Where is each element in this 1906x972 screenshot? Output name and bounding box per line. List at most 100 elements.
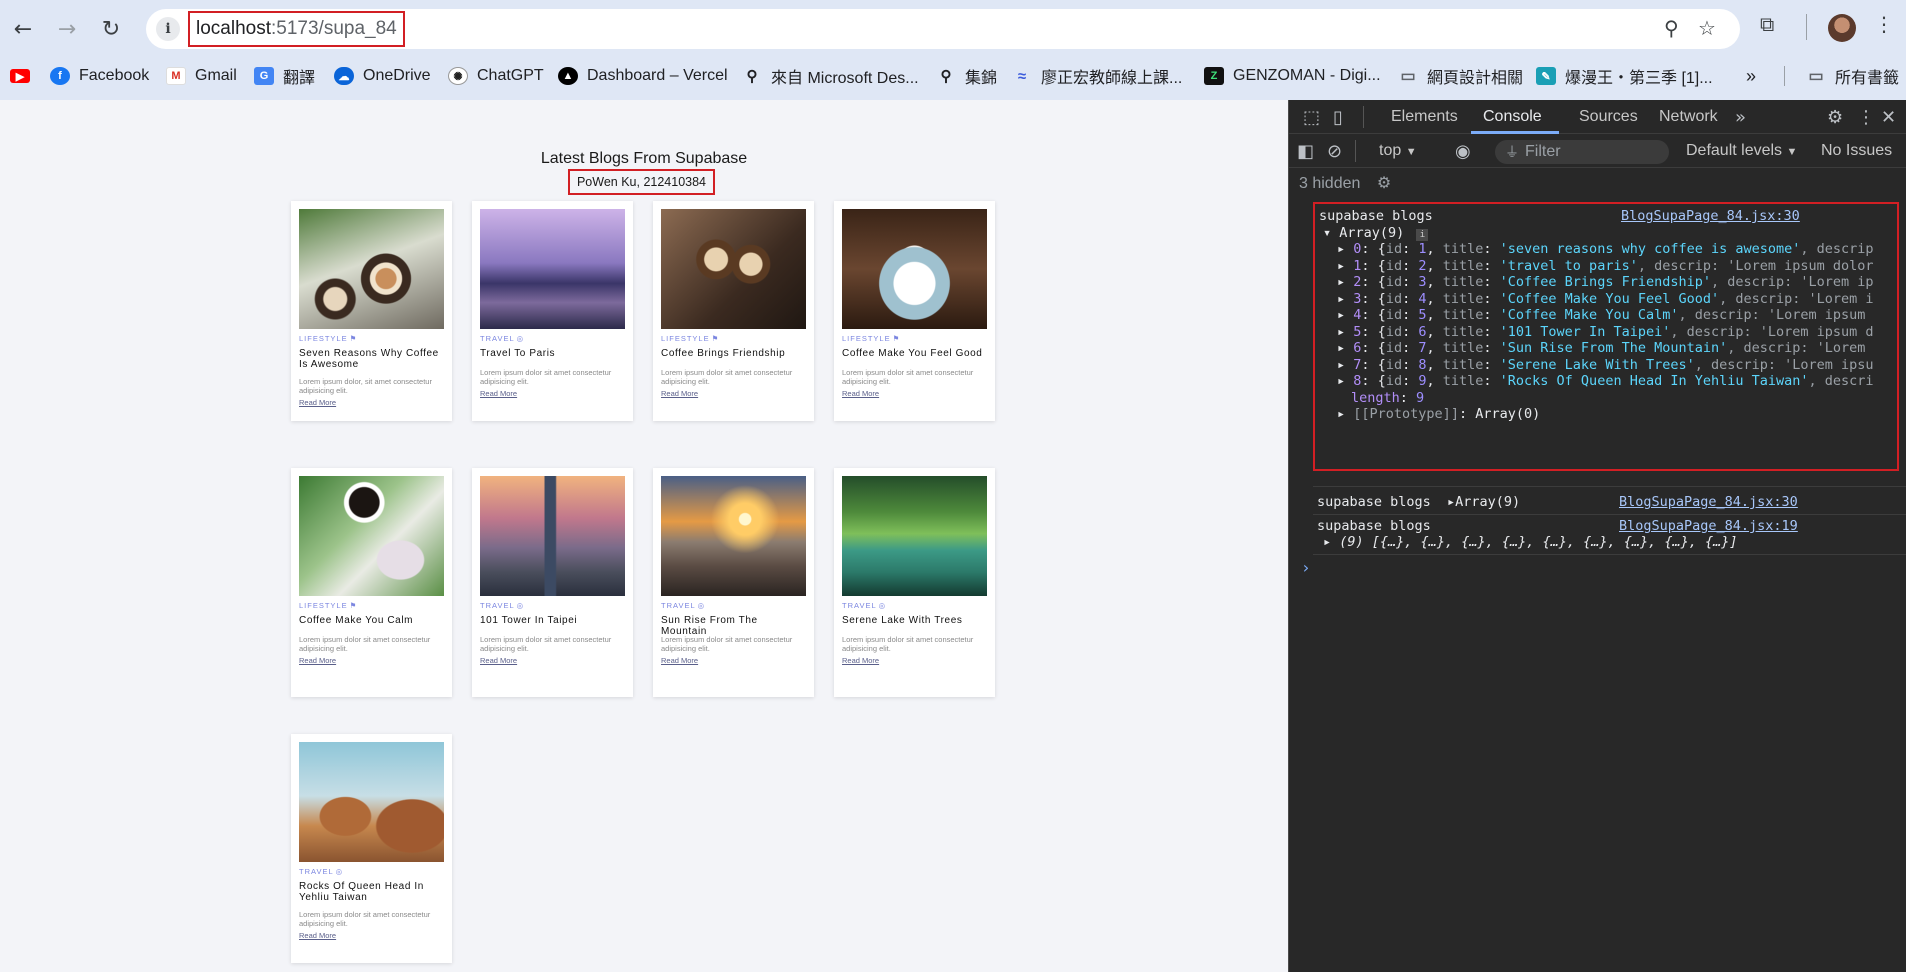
array-header[interactable]: ▾ Array(9) i — [1323, 225, 1429, 241]
bookmark-collection[interactable]: ⚲ 集錦 — [936, 64, 998, 88]
divider — [1313, 486, 1906, 487]
read-more-link[interactable]: Read More — [661, 389, 698, 398]
tab-elements[interactable]: Elements — [1391, 108, 1458, 126]
bookmark-overflow[interactable]: » — [1746, 64, 1756, 88]
eye-icon[interactable]: ◉ — [1455, 141, 1471, 162]
blog-card[interactable]: LIFESTYLE ⚑ Coffee Brings Friendship Lorem … — [653, 201, 814, 421]
bookmark-label: Facebook — [79, 67, 150, 84]
tab-network[interactable]: Network — [1659, 108, 1718, 126]
issues-button[interactable]: No Issues — [1821, 142, 1892, 160]
category-label: TRAVEL — [480, 601, 515, 610]
bookmark-microsoft-designer[interactable]: ⚲ 來自 Microsoft Des... — [742, 64, 919, 88]
console-prompt[interactable]: › — [1301, 558, 1311, 577]
bookmark-manga[interactable]: ✎ 爆漫王・第三季 [1]... — [1536, 64, 1713, 88]
array-item[interactable]: ▸ 0: {id: 1, title: 'seven reasons why c… — [1337, 241, 1897, 257]
category-label: LIFESTYLE — [661, 334, 710, 343]
bookmark-vercel[interactable]: ▲ Dashboard – Vercel — [558, 64, 728, 88]
log-source-link[interactable]: BlogSupaPage_84.jsx:30 — [1619, 494, 1798, 510]
blog-image — [299, 476, 444, 596]
read-more-link[interactable]: Read More — [661, 656, 698, 665]
bookmark-youtube[interactable]: ▶ — [10, 64, 39, 88]
bookmark-chatgpt[interactable]: ✺ ChatGPT — [448, 64, 544, 88]
log-source-link[interactable]: BlogSupaPage_84.jsx:30 — [1621, 208, 1800, 224]
array-item[interactable]: ▸ 7: {id: 8, title: 'Serene Lake With Tr… — [1337, 357, 1897, 373]
blog-card[interactable]: TRAVEL ◎ 101 Tower In Taipei Lorem ipsum do… — [472, 468, 633, 697]
blog-card[interactable]: TRAVEL ◎ Serene Lake With Trees Lorem ipsum… — [834, 468, 995, 697]
array-item[interactable]: ▸ 4: {id: 5, title: 'Coffee Make You Cal… — [1337, 307, 1897, 323]
blog-card[interactable]: TRAVEL ◎ Travel To Paris Lorem ipsum dolor … — [472, 201, 633, 421]
array-item[interactable]: ▸ 8: {id: 9, title: 'Rocks Of Queen Head… — [1337, 373, 1897, 389]
kebab-menu-icon[interactable]: ⋮ — [1857, 107, 1875, 128]
blog-image — [842, 476, 987, 596]
blog-card[interactable]: TRAVEL ◎ Sun Rise From The Mountain Lorem i… — [653, 468, 814, 697]
length-value: 9 — [1416, 390, 1425, 406]
item-title: 'Serene Lake With Trees' — [1499, 356, 1695, 373]
read-more-link[interactable]: Read More — [299, 398, 336, 407]
array-preview-value: (9) [{…}, {…}, {…}, {…}, {…}, {…}, {…}, … — [1339, 534, 1738, 550]
url-host: localhost — [196, 18, 271, 39]
star-icon[interactable]: ☆ — [1698, 16, 1716, 40]
reload-icon[interactable]: ↻ — [94, 12, 128, 46]
bookmark-translate[interactable]: G 翻譯 — [254, 64, 315, 88]
zoom-icon[interactable]: ⚲ — [1664, 16, 1679, 40]
console-log-collapsed[interactable]: supabase blogs ▸Array(9) — [1317, 494, 1520, 510]
back-icon[interactable]: ← — [6, 12, 40, 46]
log-levels-select[interactable]: Default levels ▼ — [1686, 142, 1797, 160]
more-tabs-icon[interactable]: » — [1735, 107, 1746, 128]
read-more-link[interactable]: Read More — [480, 389, 517, 398]
bookmark-facebook[interactable]: f Facebook — [50, 64, 149, 88]
blog-card[interactable]: LIFESTYLE ⚑ Coffee Make You Calm Lorem ipsu… — [291, 468, 452, 697]
address-bar[interactable]: i localhost:5173/supa_84 ⚲ ☆ — [146, 9, 1740, 49]
url-text[interactable]: localhost:5173/supa_84 — [188, 11, 405, 47]
tab-sources[interactable]: Sources — [1579, 108, 1638, 126]
divider — [1313, 514, 1906, 515]
read-more-link[interactable]: Read More — [299, 931, 336, 940]
forward-icon[interactable]: → — [50, 12, 84, 46]
inspect-icon[interactable]: ⬚ — [1303, 107, 1320, 128]
blog-title: Rocks Of Queen Head In Yehliu Taiwan — [299, 881, 424, 903]
read-more-link[interactable]: Read More — [299, 656, 336, 665]
array-item[interactable]: ▸ 3: {id: 4, title: 'Coffee Make You Fee… — [1337, 291, 1897, 307]
blog-page: Latest Blogs From Supabase PoWen Ku, 212… — [0, 100, 1288, 972]
flag-icon: ⚑ — [349, 601, 358, 610]
gear-icon[interactable]: ⚙ — [1377, 175, 1391, 192]
array-item[interactable]: ▸ 6: {id: 7, title: 'Sun Rise From The M… — [1337, 340, 1897, 356]
site-info-icon[interactable]: i — [156, 17, 180, 41]
avatar[interactable] — [1828, 14, 1856, 42]
blog-card[interactable]: LIFESTYLE ⚑ Seven Reasons Why Coffee Is Aw… — [291, 201, 452, 421]
blog-description: Lorem ipsum dolor sit amet consectetur a… — [661, 635, 793, 653]
globe-icon: ◎ — [697, 601, 706, 610]
filter-input[interactable]: ⏚ Filter — [1495, 140, 1669, 164]
menu-icon[interactable]: ⋮ — [1874, 12, 1894, 36]
bookmark-genzoman[interactable]: Z GENZOMAN - Digi... — [1204, 64, 1381, 88]
bookmark-folder-webdesign[interactable]: ▭ 網頁設計相關 — [1398, 64, 1523, 88]
array-prototype[interactable]: ▸ [[Prototype]]: Array(0) — [1337, 406, 1540, 422]
array-item[interactable]: ▸ 2: {id: 3, title: 'Coffee Brings Frien… — [1337, 274, 1897, 290]
context-select[interactable]: top ▼ — [1379, 142, 1417, 160]
sidebar-toggle-icon[interactable]: ◧ — [1297, 141, 1314, 162]
log-source-link[interactable]: BlogSupaPage_84.jsx:19 — [1619, 518, 1798, 534]
close-icon[interactable]: ✕ — [1881, 107, 1896, 128]
array-preview[interactable]: ▸ (9) [{…}, {…}, {…}, {…}, {…}, {…}, {…}… — [1323, 534, 1738, 550]
tab-console[interactable]: Console — [1483, 108, 1542, 126]
read-more-link[interactable]: Read More — [480, 656, 517, 665]
array-item[interactable]: ▸ 1: {id: 2, title: 'travel to paris', d… — [1337, 258, 1897, 274]
blog-category: TRAVEL ◎ — [842, 601, 886, 610]
array-item[interactable]: ▸ 5: {id: 6, title: '101 Tower In Taipei… — [1337, 324, 1897, 340]
blog-card[interactable]: TRAVEL ◎ Rocks Of Queen Head In Yehliu Tai… — [291, 734, 452, 963]
bookmark-onedrive[interactable]: ☁ OneDrive — [334, 64, 431, 88]
extensions-icon[interactable]: ⧉ — [1760, 12, 1774, 36]
read-more-link[interactable]: Read More — [842, 389, 879, 398]
prototype-key: [[Prototype]] — [1353, 406, 1459, 422]
category-label: TRAVEL — [842, 601, 877, 610]
device-toolbar-icon[interactable]: ▯ — [1333, 107, 1343, 128]
bookmark-course[interactable]: ≈ 廖正宏教師線上課... — [1012, 64, 1182, 88]
blog-image — [299, 209, 444, 329]
blog-card[interactable]: LIFESTYLE ⚑ Coffee Make You Feel Good Lorem… — [834, 201, 995, 421]
gear-icon[interactable]: ⚙ — [1827, 107, 1843, 128]
item-title: 'Coffee Make You Feel Good' — [1499, 290, 1720, 307]
clear-console-icon[interactable]: ⊘ — [1327, 141, 1342, 162]
bookmark-gmail[interactable]: M Gmail — [166, 64, 237, 88]
read-more-link[interactable]: Read More — [842, 656, 879, 665]
bookmark-all-folder[interactable]: ▭ 所有書籤 — [1806, 64, 1899, 88]
